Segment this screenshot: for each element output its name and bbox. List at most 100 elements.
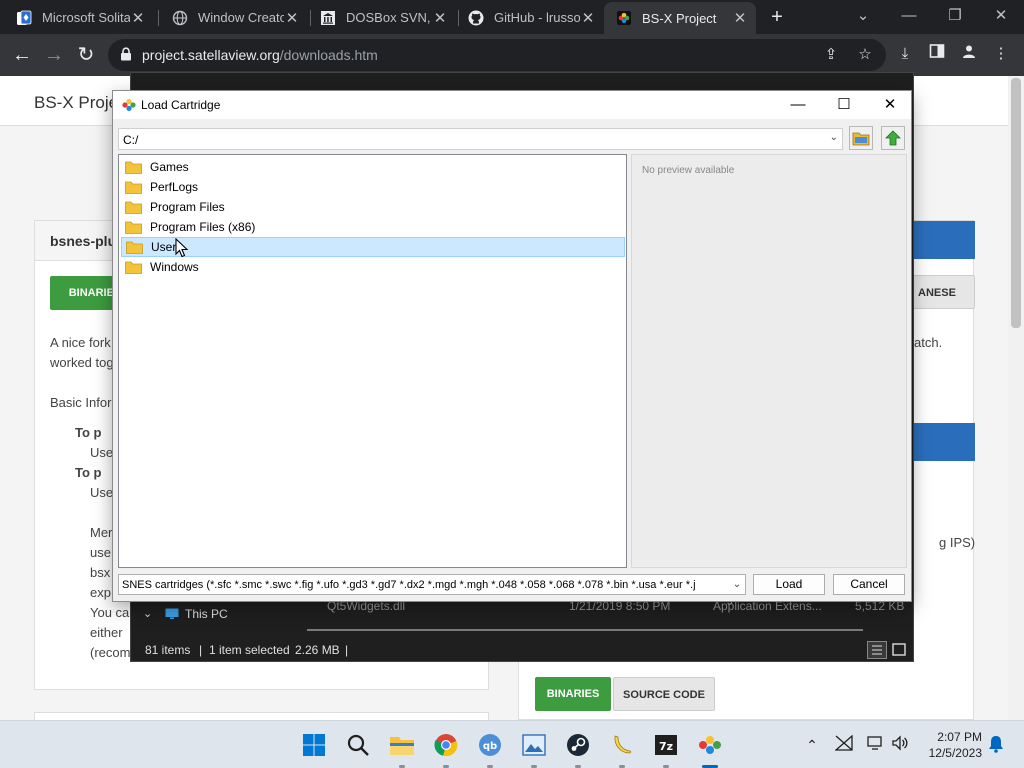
selected-info: 1 item selected: [209, 643, 290, 657]
star-icon[interactable]: ☆: [854, 44, 876, 66]
tab-close-icon[interactable]: ✕: [580, 9, 596, 27]
dialog-title-bar: Load Cartridge — ☐ ✕: [113, 91, 911, 119]
tab-separator: [158, 10, 159, 26]
search-icon[interactable]: [342, 729, 374, 761]
close-window-icon[interactable]: ✕: [978, 0, 1024, 34]
folder-list[interactable]: Games PerfLogs Program Files Program Fil…: [118, 154, 627, 568]
folder-item-games[interactable]: Games: [121, 157, 625, 177]
parent-folder-button[interactable]: [881, 126, 905, 150]
chevron-down-icon[interactable]: ⌄: [143, 607, 152, 620]
chevron-up-icon[interactable]: ⌃: [802, 735, 822, 755]
tab-microsoft-solitaire[interactable]: Microsoft Solitaire ✕: [4, 3, 154, 32]
bullet-text: Mer: [90, 525, 113, 540]
load-cartridge-dialog: Load Cartridge — ☐ ✕ C:/ ⌄ Games PerfLog…: [112, 90, 912, 602]
tab-close-icon[interactable]: ✕: [130, 9, 146, 27]
tab-search-chevron-icon[interactable]: ⌄: [840, 0, 886, 34]
folder-item-users[interactable]: Users: [121, 237, 625, 257]
dialog-minimize-icon[interactable]: —: [775, 91, 821, 119]
tab-close-icon[interactable]: ✕: [284, 9, 300, 27]
profile-icon[interactable]: [958, 43, 980, 65]
restore-icon[interactable]: ❐: [932, 0, 978, 34]
cancel-button[interactable]: Cancel: [833, 574, 905, 595]
bank-icon: [320, 10, 336, 26]
back-icon[interactable]: ←: [8, 41, 36, 69]
right-text: atch.: [914, 335, 943, 350]
new-tab-button[interactable]: +: [766, 6, 788, 28]
browser-toolbar: ← → ↻ project.satellaview.org/downloads.…: [0, 34, 1024, 76]
7zip-icon[interactable]: 7z: [650, 729, 682, 761]
site-title[interactable]: BS-X Proje: [34, 93, 118, 113]
bullet-text: (recom: [90, 645, 131, 660]
scroll-thumb[interactable]: [1011, 78, 1021, 328]
tab-close-icon[interactable]: ✕: [432, 9, 448, 27]
lock-icon[interactable]: [120, 47, 132, 66]
forward-icon[interactable]: →: [40, 41, 68, 69]
minimize-icon[interactable]: —: [886, 0, 932, 34]
dialog-close-icon[interactable]: ✕: [867, 91, 913, 119]
reload-icon[interactable]: ↻: [72, 41, 100, 69]
sidepanel-icon[interactable]: [926, 43, 948, 65]
bell-icon[interactable]: [986, 735, 1006, 755]
chevron-down-icon[interactable]: ⌄: [729, 575, 745, 594]
volume-icon[interactable]: [890, 735, 910, 755]
display-icon[interactable]: [866, 735, 886, 755]
file-explorer-icon[interactable]: [386, 729, 418, 761]
bullet-text: bsx: [90, 565, 111, 580]
source-code-button[interactable]: SOURCE CODE: [613, 677, 715, 711]
folder-icon: [125, 161, 142, 174]
tab-bsx-project[interactable]: BS-X Project ✕: [604, 2, 756, 34]
load-button[interactable]: Load: [753, 574, 825, 595]
network-icon[interactable]: [834, 734, 854, 755]
tab-dosbox[interactable]: DOSBox SVN, C ✕: [308, 3, 456, 32]
share-icon[interactable]: ⇪: [820, 44, 842, 66]
folder-name: PerfLogs: [150, 180, 199, 194]
intro-line-2: worked tog: [50, 355, 114, 370]
file-type-filter[interactable]: SNES cartridges (*.sfc *.smc *.swc *.fig…: [118, 574, 746, 595]
address-bar[interactable]: project.satellaview.org/downloads.htm ⇪ …: [108, 39, 886, 71]
binaries-button[interactable]: BINARIES: [535, 677, 611, 711]
globe-icon: [172, 10, 188, 26]
windows-start-icon[interactable]: [298, 729, 330, 761]
banana-icon[interactable]: [606, 729, 638, 761]
page-scrollbar[interactable]: [1008, 76, 1024, 720]
computer-icon: [165, 608, 179, 623]
folder-item-perflogs[interactable]: PerfLogs: [121, 177, 625, 197]
bullet-text: use: [90, 545, 111, 560]
tab-window-creator[interactable]: Window Creator ✕: [160, 3, 308, 32]
explorer-hscroll[interactable]: [307, 629, 863, 631]
dialog-title: Load Cartridge: [141, 98, 221, 112]
preview-text: No preview available: [642, 165, 735, 176]
folder-item-windows[interactable]: Windows: [121, 257, 625, 277]
qbittorrent-icon[interactable]: qb: [474, 729, 506, 761]
open-folder-button[interactable]: [849, 126, 873, 150]
status-divider: |: [199, 643, 203, 657]
folder-item-program-files[interactable]: Program Files: [121, 197, 625, 217]
dialog-maximize-icon[interactable]: ☐: [821, 91, 867, 119]
chevron-down-icon[interactable]: ⌄: [830, 132, 838, 143]
chrome-icon[interactable]: [430, 729, 462, 761]
tab-title: BS-X Project: [642, 10, 717, 26]
tab-close-icon[interactable]: ✕: [732, 9, 748, 27]
tab-github[interactable]: GitHub - lrusso ✕: [456, 3, 604, 32]
tab-title: GitHub - lrusso: [494, 10, 580, 25]
card-title: bsnes-plu: [50, 233, 117, 249]
path-combobox[interactable]: C:/ ⌄: [118, 128, 843, 150]
mouse-cursor-icon: [175, 237, 189, 263]
system-clock[interactable]: 2:07 PM 12/5/2023: [918, 729, 982, 761]
steam-icon[interactable]: [562, 729, 594, 761]
folder-item-program-files-x86[interactable]: Program Files (x86): [121, 217, 625, 237]
details-view-icon[interactable]: [867, 641, 887, 659]
explorer-nav-this-pc[interactable]: ⌄ This PC: [131, 601, 291, 629]
photo-icon[interactable]: [518, 729, 550, 761]
folder-icon: [125, 181, 142, 194]
up-arrow-icon: [885, 130, 901, 146]
tiles-view-icon[interactable]: [891, 642, 907, 661]
folder-name: Program Files: [150, 200, 225, 214]
menu-icon[interactable]: ⋮: [990, 43, 1012, 65]
bullet-text: You ca: [90, 605, 130, 620]
download-icon[interactable]: ⤓: [894, 43, 916, 65]
bullet-text: Use: [90, 485, 114, 500]
bsx-icon[interactable]: [694, 729, 726, 761]
status-divider: |: [345, 643, 349, 657]
bsx-icon: [616, 10, 632, 26]
